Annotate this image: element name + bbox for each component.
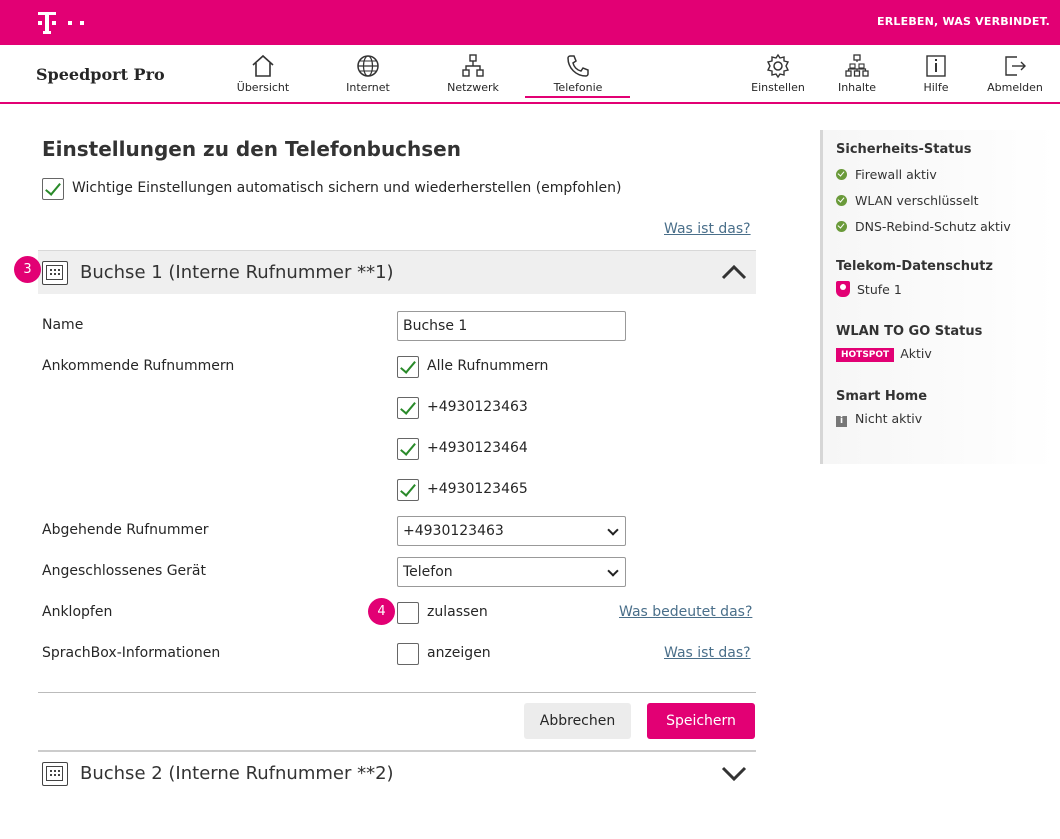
anklopfen-help-link[interactable]: Was bedeutet das? xyxy=(619,604,752,620)
save-button[interactable]: Speichern xyxy=(647,703,755,739)
logout-icon xyxy=(1005,56,1026,76)
section-divider xyxy=(38,692,756,693)
step-badge-4: 4 xyxy=(368,598,395,625)
autosave-checkbox[interactable] xyxy=(42,178,64,200)
sprachbox-option-label: anzeigen xyxy=(427,645,491,661)
home-icon xyxy=(252,54,274,77)
incoming-number-label: +4930123465 xyxy=(427,481,528,497)
anklopfen-label: Anklopfen xyxy=(42,604,113,620)
privacy-level: Stufe 1 xyxy=(836,281,902,297)
page-title: Einstellungen zu den Telefonbuchsen xyxy=(42,137,461,161)
nav-label: Netzwerk xyxy=(447,81,499,94)
help-link-top[interactable]: Was ist das? xyxy=(664,221,751,237)
incoming-number-checkbox[interactable] xyxy=(397,438,419,460)
incoming-label: Ankommende Rufnummern xyxy=(42,358,235,374)
wlan-to-go-status: HOTSPOT Aktiv xyxy=(836,346,932,362)
check-circle-icon xyxy=(836,195,847,206)
incoming-number-label: +4930123464 xyxy=(427,440,528,456)
outgoing-number-select[interactable]: +4930123463 xyxy=(397,516,626,546)
check-circle-icon xyxy=(836,169,847,180)
security-status-item: DNS-Rebind-Schutz aktiv xyxy=(836,219,1011,234)
sprachbox-label: SprachBox-Informationen xyxy=(42,645,221,661)
nav-label: Internet xyxy=(346,81,390,94)
sprachbox-checkbox[interactable] xyxy=(397,643,419,665)
chevron-up-icon[interactable] xyxy=(720,263,748,281)
sprachbox-help-link[interactable]: Was ist das? xyxy=(664,645,751,661)
incoming-all-checkbox[interactable] xyxy=(397,356,419,378)
nav-item-abmelden[interactable]: Abmelden xyxy=(960,53,1060,94)
security-status-title: Sicherheits-Status xyxy=(836,142,972,157)
autosave-label: Wichtige Einstellungen automatisch siche… xyxy=(72,180,622,196)
sitemap-icon xyxy=(845,54,869,77)
section-buchse-1-header[interactable]: Buchse 1 (Interne Rufnummer **1) xyxy=(38,250,756,294)
step-badge-3: 3 xyxy=(14,256,41,283)
section-title: Buchse 1 (Interne Rufnummer **1) xyxy=(80,262,394,283)
chevron-down-icon[interactable] xyxy=(720,764,748,782)
network-icon xyxy=(462,54,484,77)
device-select[interactable]: Telefon xyxy=(397,557,626,587)
smart-home-title: Smart Home xyxy=(836,389,928,404)
nav-item-internet[interactable]: Internet xyxy=(313,53,423,94)
security-status-item: Firewall aktiv xyxy=(836,167,937,182)
phone-jack-icon xyxy=(42,762,68,786)
privacy-title: Telekom-Datenschutz xyxy=(836,259,993,274)
privacy-shield-icon xyxy=(836,281,850,297)
nav-item-telefonie[interactable]: Telefonie xyxy=(523,53,633,94)
active-nav-indicator xyxy=(525,96,630,98)
device-label: Angeschlossenes Gerät xyxy=(42,563,206,579)
phone-jack-icon xyxy=(42,261,68,285)
incoming-all-label: Alle Rufnummern xyxy=(427,358,549,374)
device-value: Telefon xyxy=(403,564,453,580)
outgoing-number-value: +4930123463 xyxy=(403,523,504,539)
name-input[interactable] xyxy=(397,311,626,341)
main-navigation: Speedport Pro Übersicht Internet Netzwer… xyxy=(0,45,1060,104)
outgoing-label: Abgehende Rufnummer xyxy=(42,522,209,538)
nav-item-netzwerk[interactable]: Netzwerk xyxy=(418,53,528,94)
wlan-to-go-title: WLAN TO GO Status xyxy=(836,324,983,339)
nav-item-uebersicht[interactable]: Übersicht xyxy=(208,53,318,94)
nav-label: Telefonie xyxy=(553,81,603,94)
chevron-down-icon xyxy=(607,524,619,536)
incoming-number-label: +4930123463 xyxy=(427,399,528,415)
slogan: ERLEBEN, WAS VERBINDET. xyxy=(877,15,1050,28)
security-status-item: WLAN verschlüsselt xyxy=(836,193,979,208)
product-name: Speedport Pro xyxy=(36,65,165,84)
anklopfen-option-label: zulassen xyxy=(427,604,488,620)
nav-label: Abmelden xyxy=(987,81,1043,94)
smart-home-status: i Nicht aktiv xyxy=(836,411,922,427)
status-sidebar: Sicherheits-Status Firewall aktiv WLAN v… xyxy=(820,130,1056,464)
cancel-button[interactable]: Abbrechen xyxy=(524,703,631,739)
check-circle-icon xyxy=(836,221,847,232)
name-label: Name xyxy=(42,317,84,333)
incoming-number-checkbox[interactable] xyxy=(397,397,419,419)
chevron-down-icon xyxy=(607,565,619,577)
incoming-number-checkbox[interactable] xyxy=(397,479,419,501)
section-buchse-2-header[interactable]: Buchse 2 (Interne Rufnummer **2) xyxy=(38,750,756,794)
phone-icon xyxy=(567,55,589,77)
globe-icon xyxy=(357,55,379,77)
info-icon: i xyxy=(836,416,847,427)
gear-icon xyxy=(766,53,790,79)
section-title: Buchse 2 (Interne Rufnummer **2) xyxy=(80,763,394,784)
telekom-logo-icon xyxy=(38,12,84,34)
info-icon xyxy=(926,55,946,77)
hotspot-badge: HOTSPOT xyxy=(836,348,895,362)
nav-label: Übersicht xyxy=(236,81,290,94)
anklopfen-checkbox[interactable] xyxy=(397,602,419,624)
top-brand-bar: ERLEBEN, WAS VERBINDET. xyxy=(0,0,1060,45)
